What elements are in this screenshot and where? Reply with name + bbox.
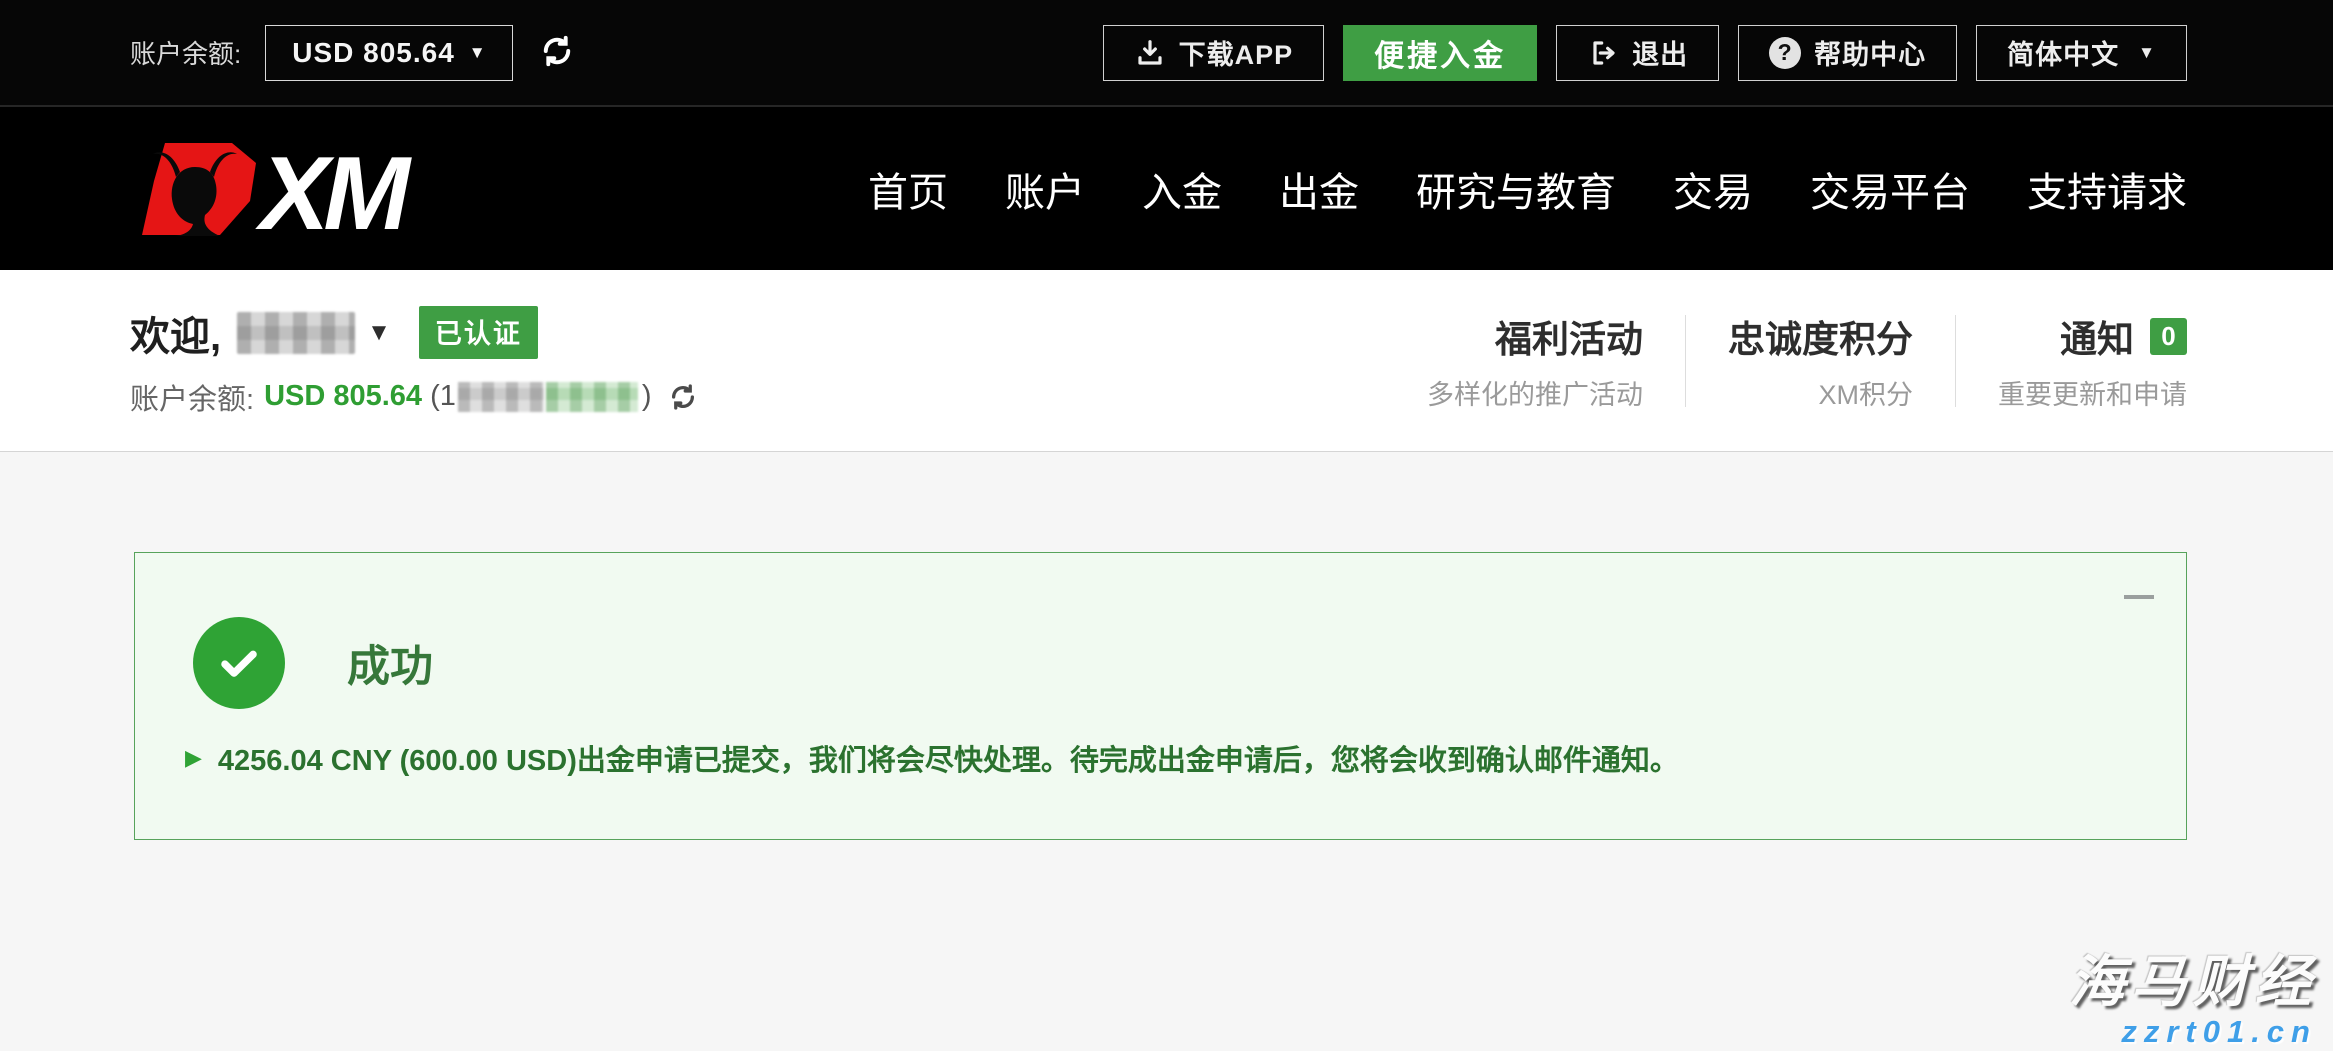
- site-watermark: 海马财经 zzrt01.cn: [2069, 951, 2317, 1049]
- verified-status-badge: 已认证: [419, 306, 538, 359]
- logout-icon: [1587, 37, 1619, 69]
- notifications-title: 通知: [2060, 309, 2134, 363]
- account-balance-dropdown[interactable]: USD 805.64 ▼: [265, 25, 512, 81]
- top-utility-bar: 账户余额: USD 805.64 ▼ 下载APP 便捷入金: [0, 0, 2333, 107]
- download-app-label: 下载APP: [1179, 33, 1294, 72]
- balance-label: 账户余额:: [130, 376, 254, 418]
- language-label: 简体中文: [2007, 33, 2119, 72]
- xm-logo-bull-icon: [142, 143, 256, 236]
- help-center-button[interactable]: ? 帮助中心: [1738, 25, 1957, 81]
- account-number-redacted: [458, 382, 544, 412]
- account-balance-value: USD 805.64: [292, 37, 455, 69]
- notification-count-badge: 0: [2150, 318, 2187, 355]
- nav-item-platforms[interactable]: 交易平台: [1810, 160, 1970, 218]
- loyalty-title: 忠诚度积分: [1728, 309, 1913, 363]
- success-alert: 成功 ▶ 4256.04 CNY (600.00 USD)出金申请已提交，我们将…: [134, 552, 2187, 840]
- account-number-redacted-green: [546, 382, 638, 412]
- notifications-link[interactable]: 通知 0 重要更新和申请: [1956, 309, 2187, 412]
- chevron-down-icon: ▼: [2138, 43, 2156, 63]
- logout-label: 退出: [1632, 33, 1688, 72]
- loyalty-points-link[interactable]: 忠诚度积分 XM积分: [1686, 309, 1955, 412]
- triangle-bullet-icon: ▶: [185, 747, 202, 769]
- account-holder-name-redacted: [237, 312, 355, 354]
- watermark-brand: 海马财经: [2069, 951, 2317, 1013]
- account-number-close: ): [642, 380, 652, 413]
- collapse-alert-button[interactable]: [2124, 595, 2154, 599]
- primary-navigation: 首页 账户 入金 出金 研究与教育 交易 交易平台 支持请求: [868, 160, 2187, 218]
- xm-logo[interactable]: XM: [132, 139, 432, 239]
- nav-item-withdraw[interactable]: 出金: [1279, 160, 1359, 218]
- loyalty-subtitle: XM积分: [1819, 373, 1914, 412]
- account-switch-chevron-icon[interactable]: ▼: [367, 319, 391, 347]
- welcome-greeting: 欢迎,: [130, 304, 221, 362]
- help-center-label: 帮助中心: [1814, 33, 1926, 72]
- download-app-button[interactable]: 下载APP: [1103, 25, 1325, 81]
- account-balance-label: 账户余额:: [130, 34, 241, 71]
- refresh-balance-small-button[interactable]: [668, 382, 698, 412]
- welcome-strip: 欢迎, ▼ 已认证 账户余额: USD 805.64 (1 ) 福利活动 多样化…: [0, 270, 2333, 452]
- nav-item-home[interactable]: 首页: [868, 160, 948, 218]
- success-check-icon: [193, 617, 285, 709]
- balance-value: USD 805.64: [264, 380, 422, 413]
- refresh-icon: [539, 33, 575, 72]
- nav-item-research-education[interactable]: 研究与教育: [1416, 160, 1616, 218]
- question-icon: ?: [1769, 37, 1801, 69]
- watermark-url: zzrt01.cn: [2069, 1015, 2317, 1049]
- refresh-balance-button[interactable]: [539, 33, 575, 72]
- promotions-title: 福利活动: [1495, 309, 1643, 363]
- nav-item-trading[interactable]: 交易: [1673, 160, 1753, 218]
- main-content: 成功 ▶ 4256.04 CNY (600.00 USD)出金申请已提交，我们将…: [0, 452, 2333, 840]
- notifications-subtitle: 重要更新和申请: [1998, 373, 2187, 412]
- success-alert-header: 成功: [135, 553, 2186, 709]
- promotions-link[interactable]: 福利活动 多样化的推广活动: [1385, 309, 1685, 412]
- success-message-text: 4256.04 CNY (600.00 USD)出金申请已提交，我们将会尽快处理…: [218, 737, 1679, 779]
- account-number-open: (1: [430, 380, 456, 413]
- success-title: 成功: [347, 632, 433, 694]
- main-nav-bar: XM 首页 账户 入金 出金 研究与教育 交易 交易平台 支持请求: [0, 107, 2333, 270]
- quick-deposit-label: 便捷入金: [1374, 31, 1506, 75]
- xm-logo-text: XM: [255, 139, 412, 239]
- promotions-subtitle: 多样化的推广活动: [1427, 373, 1643, 412]
- nav-item-deposit[interactable]: 入金: [1142, 160, 1222, 218]
- download-icon: [1134, 37, 1166, 69]
- nav-item-account[interactable]: 账户: [1005, 160, 1085, 218]
- quick-deposit-button[interactable]: 便捷入金: [1343, 25, 1537, 81]
- language-selector-button[interactable]: 简体中文 ▼: [1976, 25, 2187, 81]
- success-message-row: ▶ 4256.04 CNY (600.00 USD)出金申请已提交，我们将会尽快…: [135, 709, 2186, 779]
- nav-item-support[interactable]: 支持请求: [2027, 160, 2187, 218]
- chevron-down-icon: ▼: [469, 43, 486, 63]
- logout-button[interactable]: 退出: [1556, 25, 1719, 81]
- welcome-info: 欢迎, ▼ 已认证 账户余额: USD 805.64 (1 ): [130, 304, 698, 418]
- welcome-quick-links: 福利活动 多样化的推广活动 忠诚度积分 XM积分 通知 0 重要更新和申请: [1385, 309, 2187, 412]
